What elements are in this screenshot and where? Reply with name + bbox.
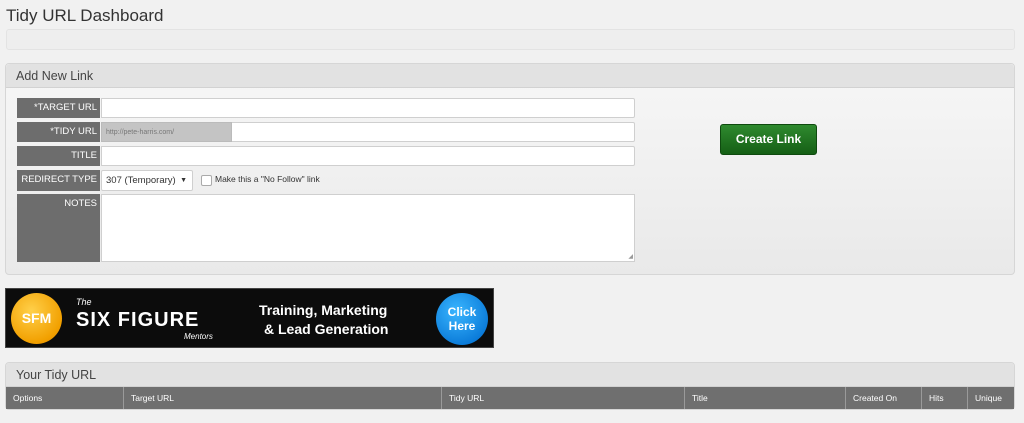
chevron-down-icon: ▼ xyxy=(180,177,187,184)
banner-tagline-2: & Lead Generation xyxy=(264,321,389,337)
six-figure-mentors-banner[interactable]: SFM The SIX FIGURE Mentors Training, Mar… xyxy=(5,288,494,348)
banner-brand: SIX FIGURE xyxy=(76,309,200,331)
column-header-options[interactable]: Options xyxy=(6,387,124,409)
notes-textarea[interactable]: ◢ xyxy=(101,194,635,262)
create-link-button[interactable]: Create Link xyxy=(720,124,817,155)
title-label: TITLE xyxy=(17,146,100,166)
notice-bar xyxy=(6,29,1015,50)
target-url-label: *TARGET URL xyxy=(17,98,100,118)
redirect-type-select[interactable]: 307 (Temporary) ▼ xyxy=(101,170,193,191)
column-header-hits[interactable]: Hits xyxy=(922,387,968,409)
sfm-logo: SFM xyxy=(11,293,62,344)
target-url-input[interactable] xyxy=(101,98,635,118)
column-header-tidy-url[interactable]: Tidy URL xyxy=(442,387,685,409)
your-tidy-url-heading: Your Tidy URL xyxy=(6,363,1014,387)
notes-label: NOTES xyxy=(17,194,100,262)
page-title: Tidy URL Dashboard xyxy=(6,6,164,25)
no-follow-label: Make this a "No Follow" link xyxy=(215,174,320,184)
tidy-url-table-header: Options Target URL Tidy URL Title Create… xyxy=(6,387,1014,409)
add-new-link-heading: Add New Link xyxy=(6,64,1014,88)
column-header-target-url[interactable]: Target URL xyxy=(124,387,442,409)
click-here-line-2: Here xyxy=(448,319,476,333)
column-header-unique[interactable]: Unique xyxy=(968,387,1014,409)
click-here-line-1: Click xyxy=(447,305,477,319)
no-follow-checkbox[interactable] xyxy=(201,175,212,186)
column-header-created-on[interactable]: Created On xyxy=(846,387,922,409)
click-here-button[interactable]: Click Here xyxy=(436,293,488,345)
your-tidy-url-panel: Your Tidy URL Options Target URL Tidy UR… xyxy=(5,362,1015,410)
banner-mentors: Mentors xyxy=(184,332,213,341)
resize-grip-icon[interactable]: ◢ xyxy=(628,254,633,260)
banner-the: The xyxy=(76,297,92,307)
banner-tagline-1: Training, Marketing xyxy=(259,302,388,318)
title-input[interactable] xyxy=(101,146,635,166)
add-new-link-panel: Add New Link *TARGET URL *TIDY URL http:… xyxy=(5,63,1015,275)
tidy-url-label: *TIDY URL xyxy=(17,122,100,142)
redirect-type-label: REDIRECT TYPE xyxy=(17,170,100,191)
redirect-type-value: 307 (Temporary) xyxy=(106,175,176,186)
column-header-title[interactable]: Title xyxy=(685,387,846,409)
tidy-url-prefix: http://pete-harris.com/ xyxy=(101,122,232,142)
